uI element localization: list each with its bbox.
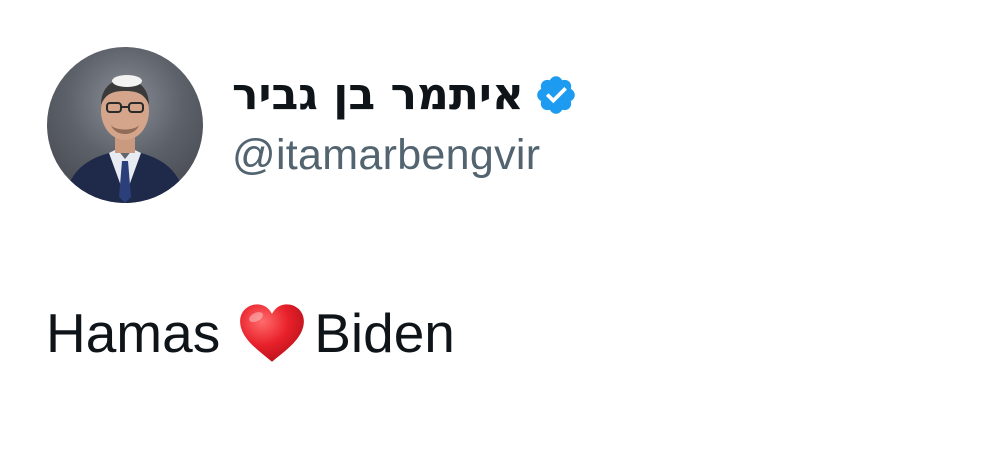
author-display-name[interactable]: איתמר בן גביר	[232, 73, 524, 117]
verified-badge-icon	[537, 76, 575, 114]
avatar[interactable]	[47, 47, 203, 203]
tweet-text-before: Hamas	[46, 302, 221, 364]
tweet-text: Hamas Biden	[46, 300, 455, 366]
author-name-row: איתמר בן גביר	[232, 62, 578, 128]
tweet-card: איתמר בן גביר @itamarbengvir Hamas Biden	[0, 0, 1000, 457]
heart-icon	[240, 304, 305, 362]
tweet-text-after: Biden	[314, 302, 455, 364]
profile-photo	[65, 75, 185, 203]
author-handle[interactable]: @itamarbengvir	[232, 130, 540, 182]
